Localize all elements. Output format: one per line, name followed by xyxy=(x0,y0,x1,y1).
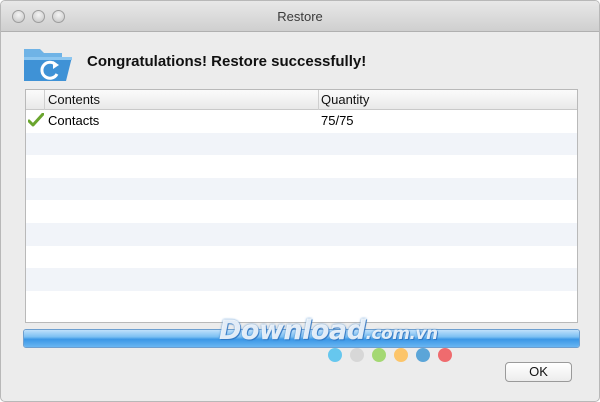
watermark-dot xyxy=(328,348,342,362)
table-header: Contents Quantity xyxy=(26,90,577,110)
restore-results-table: Contents Quantity Contacts 75/75 xyxy=(25,89,578,323)
watermark-dot xyxy=(416,348,430,362)
title-bar[interactable]: Restore xyxy=(1,1,599,32)
empty-table-row xyxy=(26,246,577,269)
empty-table-row xyxy=(26,291,577,314)
watermark-dot xyxy=(372,348,386,362)
empty-table-row xyxy=(26,222,577,246)
column-header-contents[interactable]: Contents xyxy=(48,92,100,107)
watermark-dot xyxy=(350,348,364,362)
success-message: Congratulations! Restore successfully! xyxy=(87,53,367,70)
table-body: Contacts 75/75 xyxy=(26,110,577,313)
cell-contents: Contacts xyxy=(48,113,100,128)
watermark-logo: Download.com.vn xyxy=(219,315,438,346)
empty-table-row xyxy=(26,268,577,291)
column-separator[interactable] xyxy=(318,90,319,110)
checkmark-icon xyxy=(27,112,45,127)
restore-window: Restore Congratulations! Restore success… xyxy=(0,0,600,402)
empty-table-row xyxy=(26,200,577,223)
empty-table-row xyxy=(26,177,577,201)
ok-button[interactable]: OK xyxy=(505,362,572,382)
window-title: Restore xyxy=(277,9,323,24)
column-header-quantity[interactable]: Quantity xyxy=(321,92,369,107)
restore-folder-icon xyxy=(22,45,78,83)
table-row[interactable]: Contacts 75/75 xyxy=(26,110,577,133)
empty-table-row xyxy=(26,132,577,156)
cell-quantity: 75/75 xyxy=(321,113,354,128)
empty-table-row xyxy=(26,155,577,178)
column-separator[interactable] xyxy=(44,90,45,110)
watermark-dot xyxy=(438,348,452,362)
watermark-dots xyxy=(328,348,458,362)
watermark-dot xyxy=(394,348,408,362)
